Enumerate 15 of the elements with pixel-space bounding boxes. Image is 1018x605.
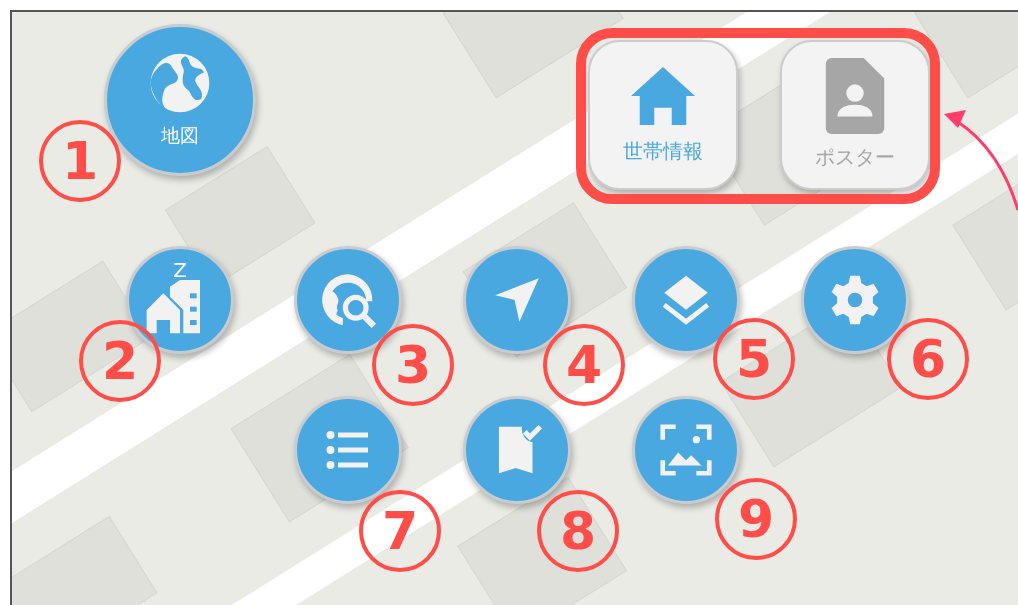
annotation-number: 6: [887, 318, 969, 400]
annotation-number: 7: [359, 490, 441, 572]
toolbar-tab[interactable]: 世帯情報: [588, 40, 738, 190]
annotation-number: 4: [543, 324, 625, 406]
person-document-icon: [825, 58, 885, 134]
map-label: 地図: [161, 122, 199, 148]
annotation-number: 2: [79, 320, 161, 402]
annotation-number: 5: [713, 318, 795, 400]
sleep-letter: Z: [173, 260, 188, 282]
annotation-number: 8: [537, 490, 619, 572]
annotation-number: 1: [39, 120, 121, 202]
house-building-icon: [146, 280, 200, 334]
annotation-number: 9: [715, 478, 797, 560]
toolbar-tab[interactable]: ポスター: [780, 40, 930, 190]
annotation-number: 3: [372, 324, 454, 406]
